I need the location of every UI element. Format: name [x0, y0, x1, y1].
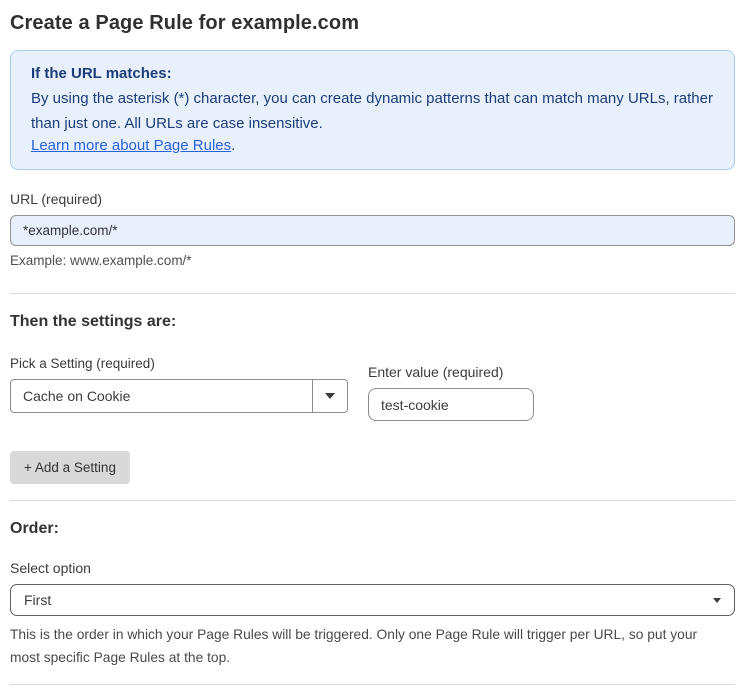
add-setting-button[interactable]: + Add a Setting [10, 451, 130, 485]
enter-value-label: Enter value (required) [368, 364, 504, 381]
chevron-down-icon [325, 393, 335, 400]
setting-value-input[interactable] [368, 388, 534, 422]
order-helper-text: This is the order in which your Page Rul… [10, 627, 698, 665]
order-select-label: Select option [10, 560, 91, 577]
pick-setting-label: Pick a Setting (required) [10, 356, 155, 372]
order-select[interactable]: First [10, 584, 735, 617]
setting-select[interactable]: Cache on Cookie [10, 379, 348, 414]
pick-setting-column: Pick a Setting (required) Cache on Cooki… [10, 356, 348, 414]
settings-section-heading: Then the settings are: [10, 313, 177, 331]
divider [10, 683, 735, 685]
url-match-info-box: If the URL matches: By using the asteris… [10, 50, 735, 171]
info-box-heading: If the URL matches: [31, 65, 172, 82]
info-box-body: By using the asterisk (*) character, you… [31, 89, 713, 133]
url-example-helper: Example: www.example.com/* [10, 253, 192, 269]
setting-select-arrow-button[interactable] [312, 380, 347, 413]
page-title: Create a Page Rule for example.com [10, 12, 360, 34]
url-field-label: URL (required) [10, 191, 103, 208]
setting-row: Pick a Setting (required) Cache on Cooki… [10, 356, 735, 422]
create-page-rule-form: Create a Page Rule for example.com If th… [0, 0, 750, 693]
learn-more-link[interactable]: Learn more about Page Rules [31, 137, 231, 154]
enter-value-column: Enter value (required) [368, 364, 534, 422]
order-section-heading: Order: [10, 520, 59, 538]
order-select-value: First [24, 592, 52, 609]
divider [10, 293, 735, 295]
link-suffix: . [231, 137, 236, 155]
url-input[interactable] [10, 215, 735, 247]
chevron-down-icon [713, 597, 721, 603]
info-box-link-line: Learn more about Page Rules. [31, 137, 714, 155]
setting-select-value: Cache on Cookie [23, 388, 131, 405]
divider [10, 500, 735, 502]
